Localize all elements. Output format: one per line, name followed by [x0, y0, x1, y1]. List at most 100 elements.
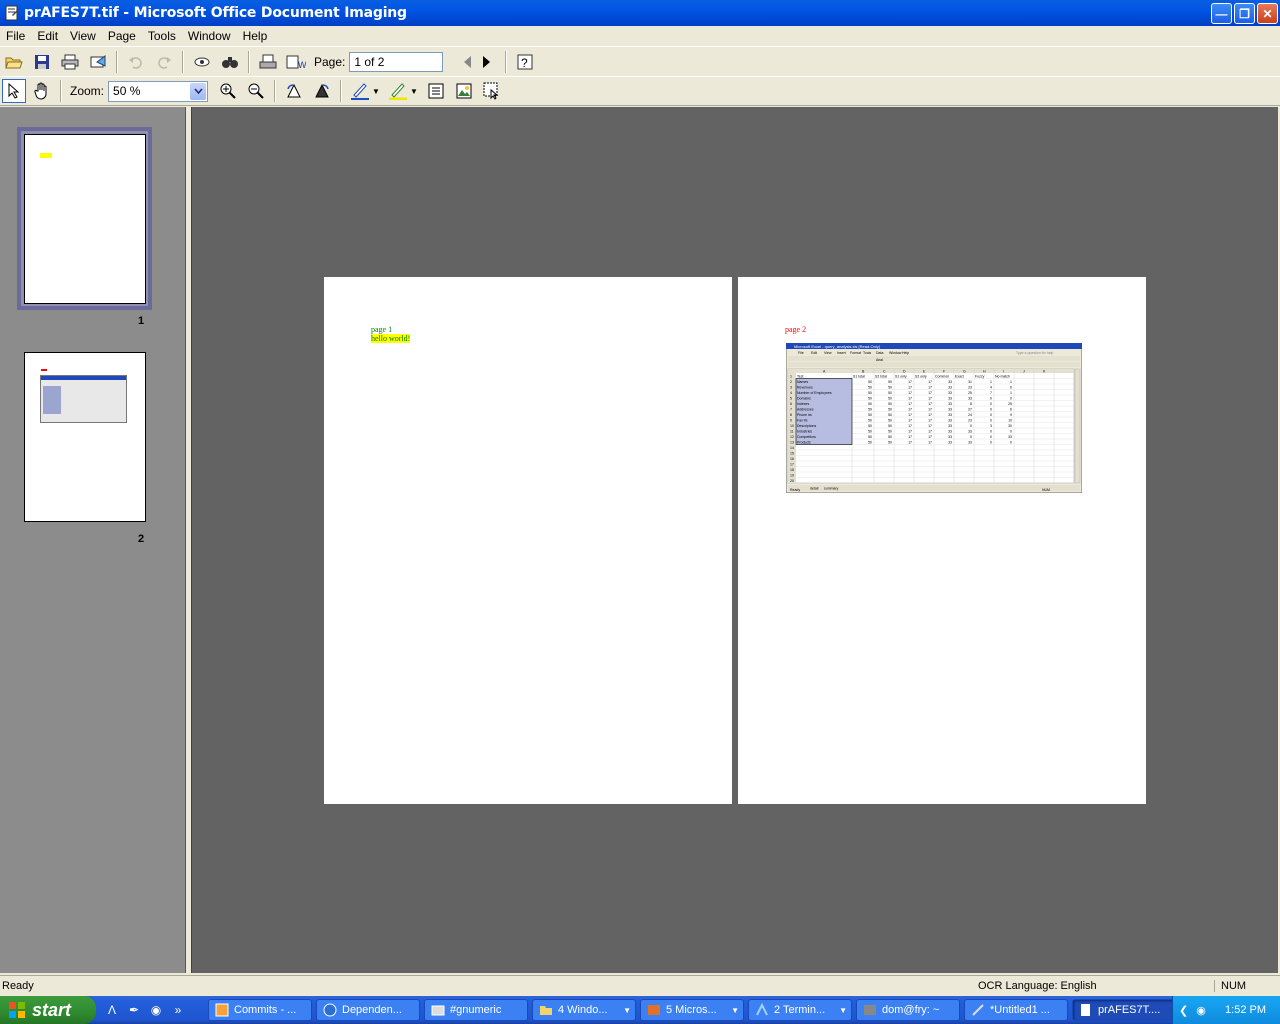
excel-number-cell: 17	[908, 402, 912, 406]
excel-title: Microsoft Excel - query_analysis.xls [Re…	[794, 344, 880, 349]
modi-app-icon[interactable]	[4, 5, 20, 21]
excel-number-cell: 50	[868, 440, 872, 444]
save-button[interactable]	[30, 50, 54, 74]
page-number-field[interactable]: 1 of 2	[349, 51, 444, 72]
zoom-in-button[interactable]	[216, 79, 240, 103]
clock[interactable]: 1:52 PM	[1225, 1004, 1266, 1016]
firefox-launch-icon[interactable]: ◉	[148, 1002, 164, 1018]
picture-icon	[456, 83, 472, 99]
excel-label-cell: Fax #s	[797, 418, 808, 422]
excel-number-cell: 4	[990, 385, 992, 389]
start-button[interactable]: start	[0, 996, 96, 1024]
task-terminal-group[interactable]: 2 Termin... ▼	[748, 999, 852, 1021]
pen-button[interactable]	[348, 79, 372, 103]
excel-number-cell: 50	[868, 424, 872, 428]
menu-tools[interactable]: Tools	[142, 29, 182, 43]
page-2-heading: page 2	[785, 325, 807, 334]
find-button[interactable]	[218, 50, 242, 74]
zoom-select[interactable]: 50 %	[108, 80, 209, 102]
insert-text-box-button[interactable]	[424, 79, 448, 103]
terminal-icon	[756, 1003, 768, 1016]
restore-button[interactable]: ❐	[1234, 3, 1255, 24]
thumbnail-page-1[interactable]	[24, 134, 146, 304]
document-page-2[interactable]: page 2 Microsoft Excel - query_analysis.…	[738, 277, 1146, 804]
menu-view[interactable]: View	[64, 29, 102, 43]
menu-file[interactable]: File	[0, 29, 31, 43]
excel-number-cell: 50	[888, 424, 892, 428]
excel-number-cell: 0	[990, 440, 992, 444]
print-button[interactable]	[58, 50, 82, 74]
printer-icon	[61, 54, 79, 69]
annotation-toolbar: Zoom: 50 % ▼ ▼	[0, 76, 1280, 106]
status-bar: Ready OCR Language: English NUM	[0, 975, 1280, 996]
mozilla-launch-icon[interactable]: Λ	[104, 1002, 120, 1018]
thumbnail-page-2[interactable]	[24, 352, 146, 522]
network-icon[interactable]: ◉	[1196, 1004, 1206, 1017]
excel-row-number: 12	[790, 435, 794, 439]
chat-window-icon	[431, 1005, 445, 1016]
zoom-out-button[interactable]	[244, 79, 268, 103]
excel-number-cell: 33	[948, 391, 952, 395]
excel-number-cell: 10	[1008, 418, 1012, 422]
open-button[interactable]	[2, 50, 26, 74]
task-dom-fry[interactable]: dom@fry: ~	[856, 999, 960, 1021]
browser-page-icon	[215, 1003, 229, 1017]
zoom-label: Zoom:	[70, 84, 105, 98]
excel-number-cell: 50	[888, 407, 892, 411]
task-gnumeric[interactable]: #gnumeric	[424, 999, 528, 1021]
pan-tool-button[interactable]	[30, 79, 54, 103]
more-chevron-icon[interactable]: »	[170, 1002, 186, 1018]
svg-text:?: ?	[521, 56, 528, 70]
excel-number-cell: 33	[948, 402, 952, 406]
excel-row-number: 17	[790, 462, 794, 466]
select-tool-button[interactable]	[2, 79, 26, 103]
ocr-eye-icon	[194, 57, 210, 66]
menu-page[interactable]: Page	[102, 29, 142, 43]
recognize-text-button[interactable]	[190, 50, 214, 74]
zoom-value: 50 %	[113, 84, 141, 98]
excel-menu-item: Insert	[837, 351, 846, 355]
send-to-word-button[interactable]: W	[284, 50, 308, 74]
excel-toolbar-2	[788, 362, 1080, 367]
show-hidden-icons-chevron-icon[interactable]: ❮	[1179, 1004, 1188, 1017]
document-page-1[interactable]: page 1 hello world!	[324, 277, 732, 804]
undo-button[interactable]	[124, 50, 148, 74]
rotate-left-button[interactable]	[282, 79, 306, 103]
scan-button[interactable]	[256, 50, 280, 74]
highlighter-button[interactable]	[386, 79, 410, 103]
insert-picture-button[interactable]	[452, 79, 476, 103]
excel-number-cell: 50	[888, 413, 892, 417]
task-commits[interactable]: Commits - ...	[208, 999, 312, 1021]
select-picture-button[interactable]	[480, 79, 504, 103]
help-button[interactable]: ?	[513, 50, 537, 74]
zoom-dropdown-button[interactable]	[190, 82, 207, 100]
menu-edit[interactable]: Edit	[31, 29, 64, 43]
minimize-button[interactable]: —	[1211, 3, 1232, 24]
task-dependencies[interactable]: Dependen...	[316, 999, 420, 1021]
excel-number-cell: 7	[990, 391, 992, 395]
task-windows-explorer-group[interactable]: 4 Windo... ▼	[532, 999, 636, 1021]
menu-help[interactable]: Help	[237, 29, 274, 43]
excel-row-number: 18	[790, 468, 794, 472]
excel-header-cell: Exact	[955, 374, 964, 378]
pen-options-dropdown[interactable]: ▼	[372, 87, 380, 96]
close-button[interactable]: ✕	[1257, 3, 1278, 24]
rotate-right-button[interactable]	[310, 79, 334, 103]
excel-status-left: Ready	[790, 488, 800, 492]
task-prafes7t[interactable]: prAFES7T....	[1072, 999, 1176, 1021]
text-box-icon	[428, 83, 444, 99]
pen-launch-icon[interactable]: ✒	[126, 1002, 142, 1018]
redo-button[interactable]	[152, 50, 176, 74]
excel-number-cell: 1	[990, 380, 992, 384]
menu-window[interactable]: Window	[182, 29, 237, 43]
highlighter-options-dropdown[interactable]: ▼	[410, 87, 418, 96]
excel-number-cell: 33	[948, 424, 952, 428]
next-page-button[interactable]	[475, 50, 499, 74]
task-untitled[interactable]: *Untitled1 ...	[964, 999, 1068, 1021]
excel-font-box: Arial	[876, 358, 883, 362]
task-microsoft-group[interactable]: 5 Micros... ▼	[640, 999, 744, 1021]
excel-menu-item: Help	[902, 351, 909, 355]
send-button[interactable]	[86, 50, 110, 74]
task-label: 5 Micros...	[666, 1004, 717, 1016]
excel-label-cell: Descriptions	[797, 424, 817, 428]
